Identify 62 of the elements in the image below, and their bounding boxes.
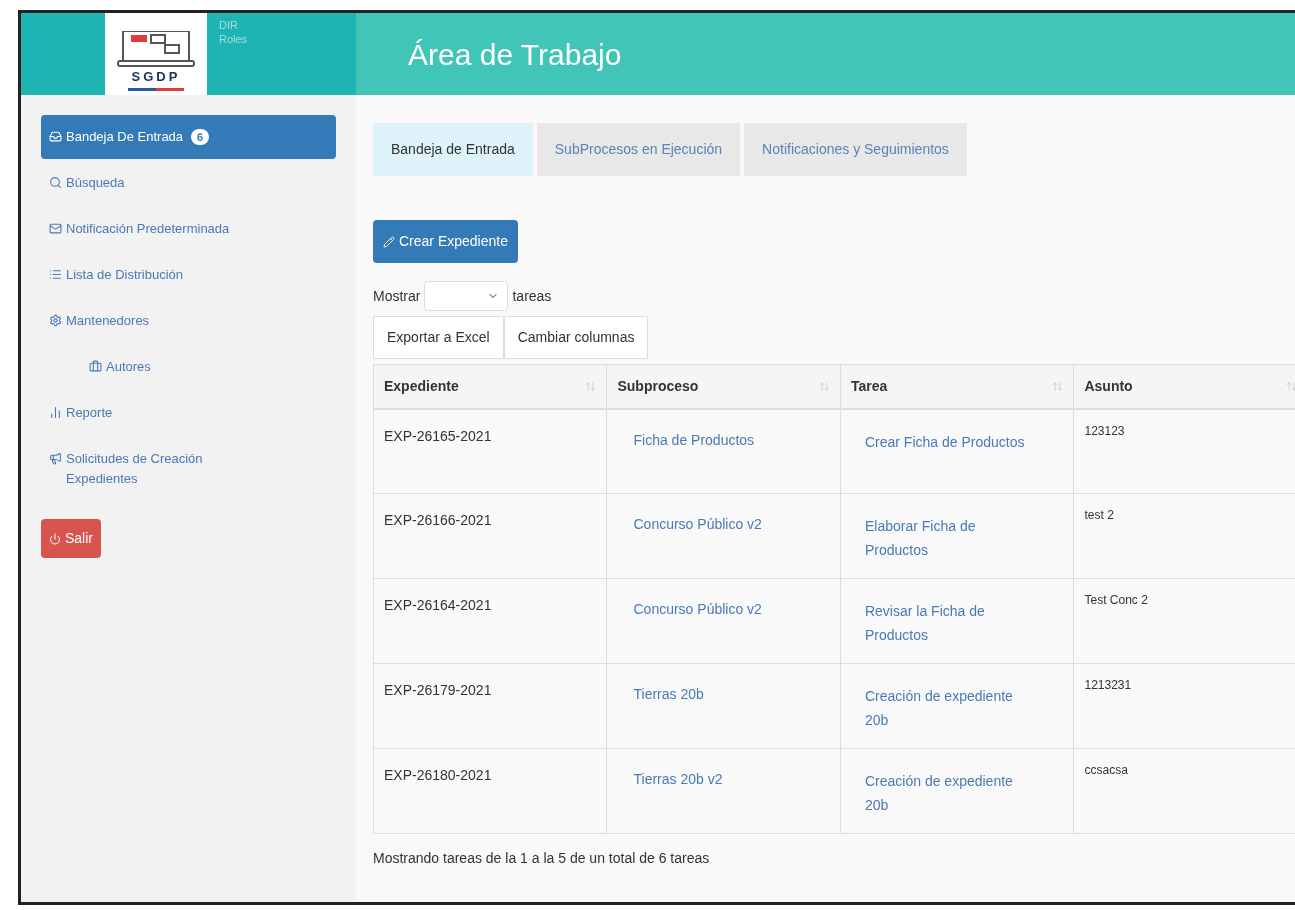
create-record-button[interactable]: Crear Expediente — [373, 220, 518, 263]
sort-icon — [1052, 380, 1064, 392]
subprocess-link[interactable]: Concurso Público v2 — [633, 601, 762, 617]
logo-text: SGDP — [131, 67, 181, 86]
table-action-button[interactable]: Cambiar columnas — [503, 316, 649, 359]
item-label: Mantenedores — [66, 312, 150, 330]
list-icon — [49, 268, 62, 281]
tab[interactable]: Bandeja de Entrada — [373, 123, 533, 176]
page-size-select[interactable] — [424, 281, 509, 311]
pencil-icon — [383, 235, 395, 248]
sidebar-item[interactable]: Reporte — [41, 391, 336, 435]
table-info-text: Mostrando tareas de la 1 a la 5 de un total de 6 tareas — [373, 849, 711, 868]
settings-icon — [49, 314, 62, 327]
inbox-icon — [49, 130, 62, 143]
item-label: Bandeja De Entrada — [66, 128, 184, 146]
briefcase-icon — [89, 360, 102, 373]
column-header[interactable]: Asunto — [1073, 364, 1295, 409]
sidebar-item[interactable]: Solicitudes de Creación Expedientes — [41, 437, 336, 501]
megaphone-icon — [49, 452, 62, 465]
sidebar-item[interactable]: Bandeja De Entrada 6 — [41, 115, 336, 159]
show-label: Mostrar — [373, 286, 421, 306]
tasks-label: tareas — [512, 286, 552, 306]
table-cell: EXP-26179-2021 — [373, 663, 607, 749]
table-cell: EXP-26164-2021 — [373, 578, 607, 664]
sidebar-item[interactable]: Búsqueda — [41, 161, 336, 205]
power-icon — [49, 532, 61, 545]
sidebar-item[interactable]: Lista de Distribución — [41, 253, 336, 297]
subprocess-link[interactable]: Ficha de Productos — [633, 431, 755, 448]
bar-chart-icon — [49, 406, 62, 419]
search-icon — [49, 176, 62, 189]
tab[interactable]: SubProcesos en Ejecución — [536, 123, 741, 176]
logout-button[interactable]: Salir — [41, 519, 101, 558]
page-title: Área de Trabajo — [408, 36, 622, 73]
user-info-text: Roles — [219, 32, 248, 46]
column-header[interactable]: Tarea — [840, 364, 1074, 409]
item-label: Autores — [106, 358, 151, 376]
table-cell: EXP-26180-2021 — [373, 748, 607, 834]
column-header[interactable]: Expediente — [373, 364, 607, 409]
subprocess-link[interactable]: Tierras 20b v2 — [633, 771, 723, 787]
item-label: Reporte — [66, 404, 113, 422]
item-label: Notificación Predeterminada — [66, 220, 230, 238]
table-action-button[interactable]: Exportar a Excel — [373, 316, 504, 359]
sort-icon — [585, 380, 597, 392]
item-label: Búsqueda — [66, 174, 125, 192]
flag-stripe — [128, 88, 184, 91]
user-info-text: DIR — [219, 18, 239, 32]
column-header[interactable]: Subproceso — [607, 364, 841, 409]
subprocess-link[interactable]: Tierras 20b — [633, 686, 704, 702]
table-cell: EXP-26166-2021 — [373, 493, 607, 579]
sidebar-item[interactable]: Notificación Predeterminada — [41, 207, 336, 251]
table-cell: EXP-26165-2021 — [373, 408, 607, 494]
item-label: Lista de Distribución — [66, 266, 184, 284]
subprocess-link[interactable]: Concurso Público v2 — [633, 516, 762, 532]
sort-icon — [818, 380, 830, 392]
sort-icon — [1286, 380, 1295, 392]
tab[interactable]: Notificaciones y Seguimientos — [744, 123, 967, 176]
sidebar-item[interactable]: Mantenedores — [41, 299, 336, 343]
count-badge: 6 — [191, 129, 210, 145]
sidebar-item[interactable]: Autores — [81, 345, 159, 389]
item-label: Solicitudes de Creación Expedientes — [66, 450, 204, 488]
laptop-icon — [117, 30, 195, 67]
envelope-icon — [49, 222, 62, 235]
